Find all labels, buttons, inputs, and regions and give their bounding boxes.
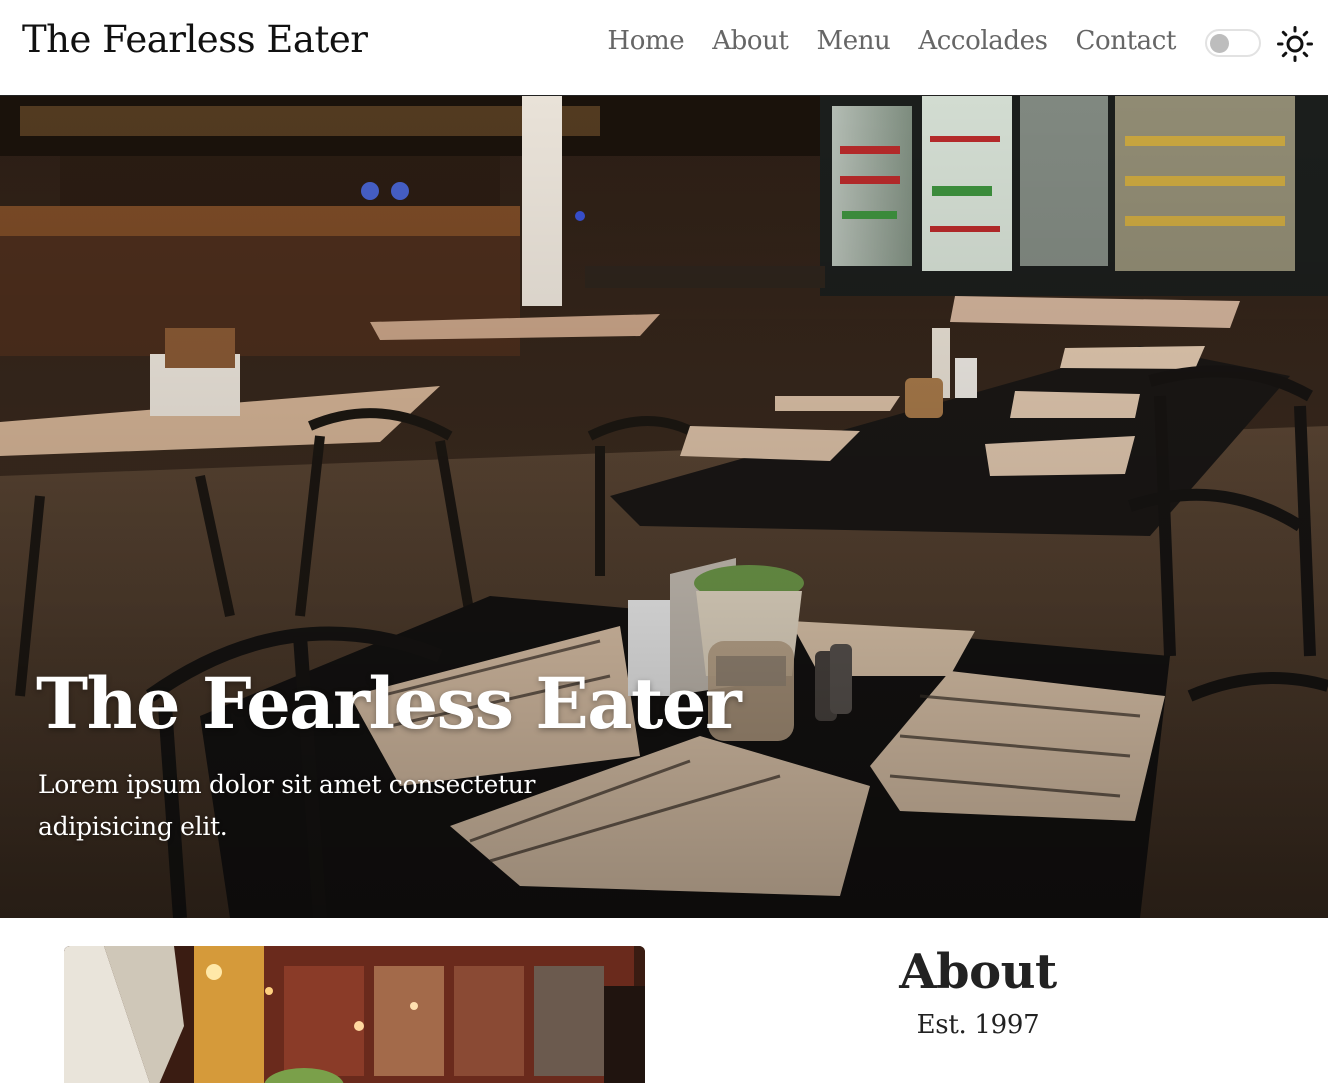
nav-item-about: About xyxy=(698,26,802,56)
restaurant-photo xyxy=(64,946,645,1083)
established-year: Est. 1997 xyxy=(916,1010,1040,1040)
nav-item-menu: Menu xyxy=(802,26,904,56)
about-heading: About xyxy=(899,944,1057,1000)
nav-item-contact: Contact xyxy=(1062,26,1190,56)
nav-link-home[interactable]: Home xyxy=(593,26,698,56)
nav-link-about[interactable]: About xyxy=(698,26,802,56)
nav-links: Home About Menu Accolades Contact xyxy=(593,26,1190,56)
hero-section: The Fearless Eater Lorem ipsum dolor sit… xyxy=(0,96,1328,918)
nav-item-accolades: Accolades xyxy=(904,26,1061,56)
toggle-knob xyxy=(1210,34,1229,53)
nav-link-accolades[interactable]: Accolades xyxy=(904,26,1061,56)
hero-title: The Fearless Eater xyxy=(36,662,742,745)
brand-logo-link[interactable]: The Fearless Eater xyxy=(22,18,368,61)
about-photo xyxy=(64,946,645,1083)
theme-toggle-switch[interactable] xyxy=(1205,29,1261,57)
nav-item-home: Home xyxy=(593,26,698,56)
sun-icon[interactable] xyxy=(1276,25,1314,63)
navbar: The Fearless Eater Home About Menu Accol… xyxy=(0,0,1328,96)
hero-description: Lorem ipsum dolor sit amet consectetur a… xyxy=(38,770,536,841)
nav-link-contact[interactable]: Contact xyxy=(1062,26,1190,56)
nav-link-menu[interactable]: Menu xyxy=(802,26,904,56)
